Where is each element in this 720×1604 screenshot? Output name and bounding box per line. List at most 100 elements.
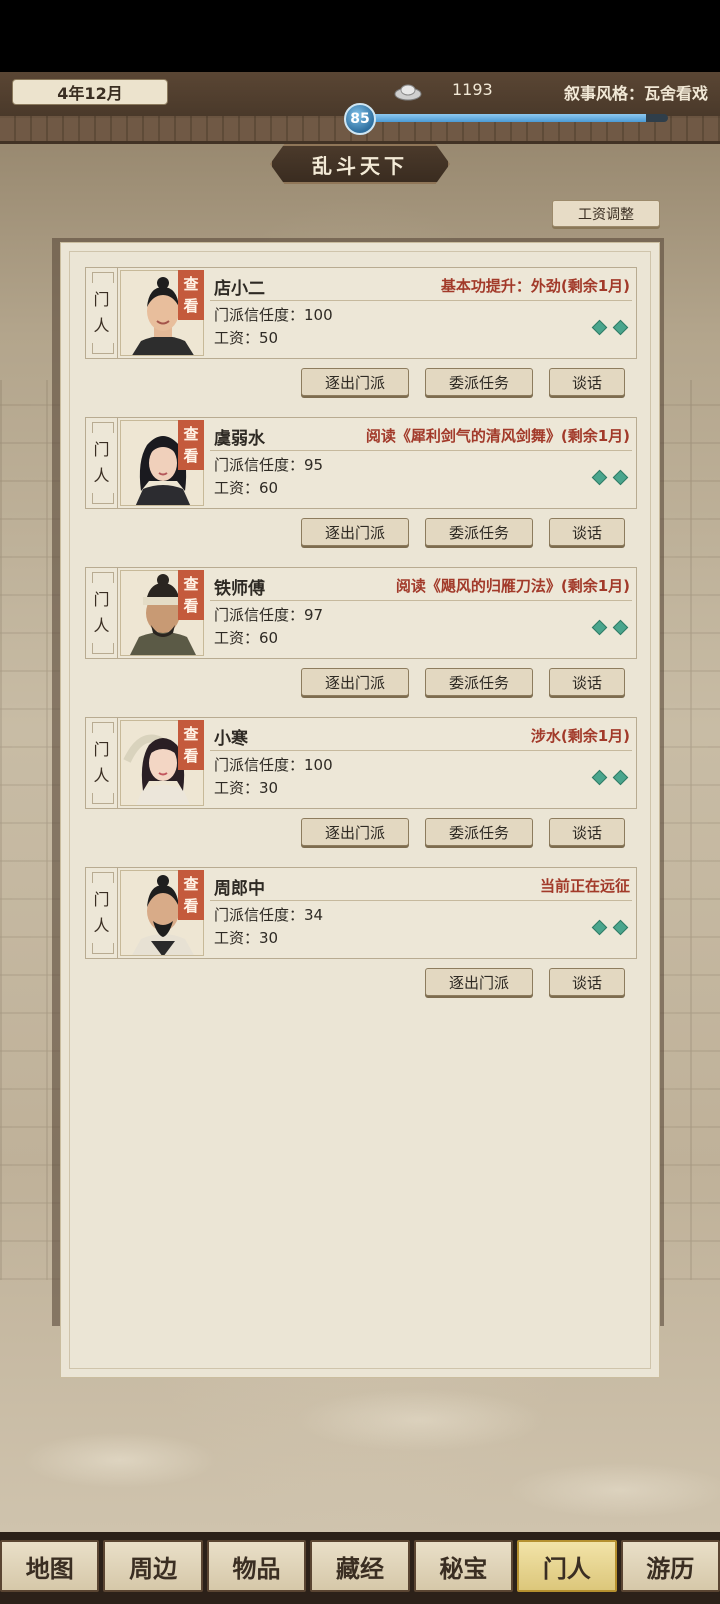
card-tag-char: 门 [93,440,110,459]
member-status: 基本功提升：外劲(剩余1月) [440,277,630,295]
member-wage: 工资：60 [214,629,279,647]
experience-progress-fill [356,114,647,122]
gem-icon [612,319,629,336]
member-card: 门 人 查 看 铁师傅 阅读《飓风的归雁刀法》(剩余1月) 门派信任度：97 工… [85,567,637,659]
card-tag: 门 人 [86,418,118,508]
member-status: 阅读《飓风的归雁刀法》(剩余1月) [395,577,630,595]
card-tag-char: 人 [93,316,110,335]
view-tag-char: 看 [183,747,199,765]
card-tag-char: 人 [93,616,110,635]
view-button[interactable]: 查 看 [178,420,204,470]
nav-tab-disciples[interactable]: 门人 [517,1540,617,1592]
member-wage: 工资：60 [214,479,279,497]
card-tag: 门 人 [86,568,118,658]
card-tag-char: 门 [93,890,110,909]
assign-task-button[interactable]: 委派任务 [425,668,533,696]
view-tag-char: 查 [183,275,199,293]
member-name: 店小二 [214,279,265,299]
assign-task-button[interactable]: 委派任务 [425,518,533,546]
expel-button[interactable]: 逐出门派 [425,968,533,996]
talk-button[interactable]: 谈话 [549,368,625,396]
member-list-panel: 门 人 查 看 店小二 基本功提升：外劲(剩余1月) 门派信任度：100 工资：… [60,242,660,1378]
member-name: 周郎中 [214,879,265,899]
member-card: 门 人 查 看 小寒 涉水(剩余1月) 门派信任度：100 工资：30 [85,717,637,809]
gem-icon [612,769,629,786]
silver-ingot-icon [394,84,422,101]
card-tag-char: 人 [93,766,110,785]
view-tag-char: 查 [183,725,199,743]
card-tag-char: 门 [93,590,110,609]
member-wage: 工资：30 [214,929,279,947]
member-status: 当前正在远征 [539,877,630,895]
nav-tab-surroundings[interactable]: 周边 [103,1540,203,1592]
member-trust: 门派信任度：100 [214,756,333,774]
member-card: 门 人 查 看 店小二 基本功提升：外劲(剩余1月) 门派信任度：100 工资：… [85,267,637,359]
card-divider [210,600,632,601]
member-card: 门 人 查 看 虞弱水 阅读《犀利剑气的清风剑舞》(剩余1月) 门派信任度：95… [85,417,637,509]
talk-button[interactable]: 谈话 [549,818,625,846]
gem-indicators [591,769,629,786]
narrative-style-label[interactable]: 叙事风格：瓦舍看戏 [564,80,708,104]
gem-icon [591,769,608,786]
view-tag-char: 查 [183,425,199,443]
nav-tab-treasures[interactable]: 秘宝 [413,1540,514,1592]
member-trust: 门派信任度：97 [214,606,324,624]
view-button[interactable]: 查 看 [178,870,204,920]
card-tag: 门 人 [86,268,118,358]
card-divider [210,300,632,301]
card-tag-char: 人 [93,466,110,485]
view-tag-char: 看 [183,597,199,615]
member-wage: 工资：50 [214,329,279,347]
expel-button[interactable]: 逐出门派 [301,518,409,546]
talk-button[interactable]: 谈话 [549,518,625,546]
view-button[interactable]: 查 看 [178,270,204,320]
gem-icon [591,319,608,336]
gem-icon [612,919,629,936]
view-tag-char: 看 [183,297,199,315]
card-tag: 门 人 [86,868,118,958]
wage-adjust-button[interactable]: 工资调整 [552,200,660,227]
member-trust: 门派信任度：34 [214,906,324,924]
gem-indicators [591,469,629,486]
level-badge: 85 [344,103,376,135]
expel-button[interactable]: 逐出门派 [301,368,409,396]
view-button[interactable]: 查 看 [178,570,204,620]
member-trust: 门派信任度：100 [214,306,333,324]
view-tag-char: 查 [183,875,199,893]
member-card: 门 人 查 看 周郎中 当前正在远征 门派信任度：34 工资：30 [85,867,637,959]
talk-button[interactable]: 谈话 [549,968,625,996]
gem-indicators [591,319,629,336]
member-status: 阅读《犀利剑气的清风剑舞》(剩余1月) [365,427,630,445]
assign-task-button[interactable]: 委派任务 [425,368,533,396]
nav-tab-scriptures[interactable]: 藏经 [310,1540,410,1592]
gem-icon [591,469,608,486]
nav-tab-items[interactable]: 物品 [206,1540,307,1592]
expel-button[interactable]: 逐出门派 [301,668,409,696]
gem-icon [612,619,629,636]
card-tag-char: 门 [93,740,110,759]
member-status: 涉水(剩余1月) [530,727,630,745]
card-divider [210,450,632,451]
view-button[interactable]: 查 看 [178,720,204,770]
gem-icon [591,919,608,936]
view-tag-char: 查 [183,575,199,593]
view-tag-char: 看 [183,897,199,915]
card-divider [210,750,632,751]
nav-tab-travel[interactable]: 游历 [620,1540,720,1592]
member-trust: 门派信任度：95 [214,456,324,474]
member-name: 铁师傅 [214,579,265,599]
nav-tab-map[interactable]: 地图 [0,1540,100,1592]
bottom-nav: 地图 周边 物品 藏经 秘宝 门人 游历 [0,1532,720,1604]
silver-count: 1193 [452,80,493,99]
member-name: 小寒 [214,729,248,749]
gem-indicators [591,619,629,636]
talk-button[interactable]: 谈话 [549,668,625,696]
page-title: 乱斗天下 [270,144,450,184]
card-tag-char: 门 [93,290,110,309]
status-bar-area [0,0,720,72]
member-wage: 工资：30 [214,779,279,797]
card-tag: 门 人 [86,718,118,808]
assign-task-button[interactable]: 委派任务 [425,818,533,846]
gem-indicators [591,919,629,936]
expel-button[interactable]: 逐出门派 [301,818,409,846]
